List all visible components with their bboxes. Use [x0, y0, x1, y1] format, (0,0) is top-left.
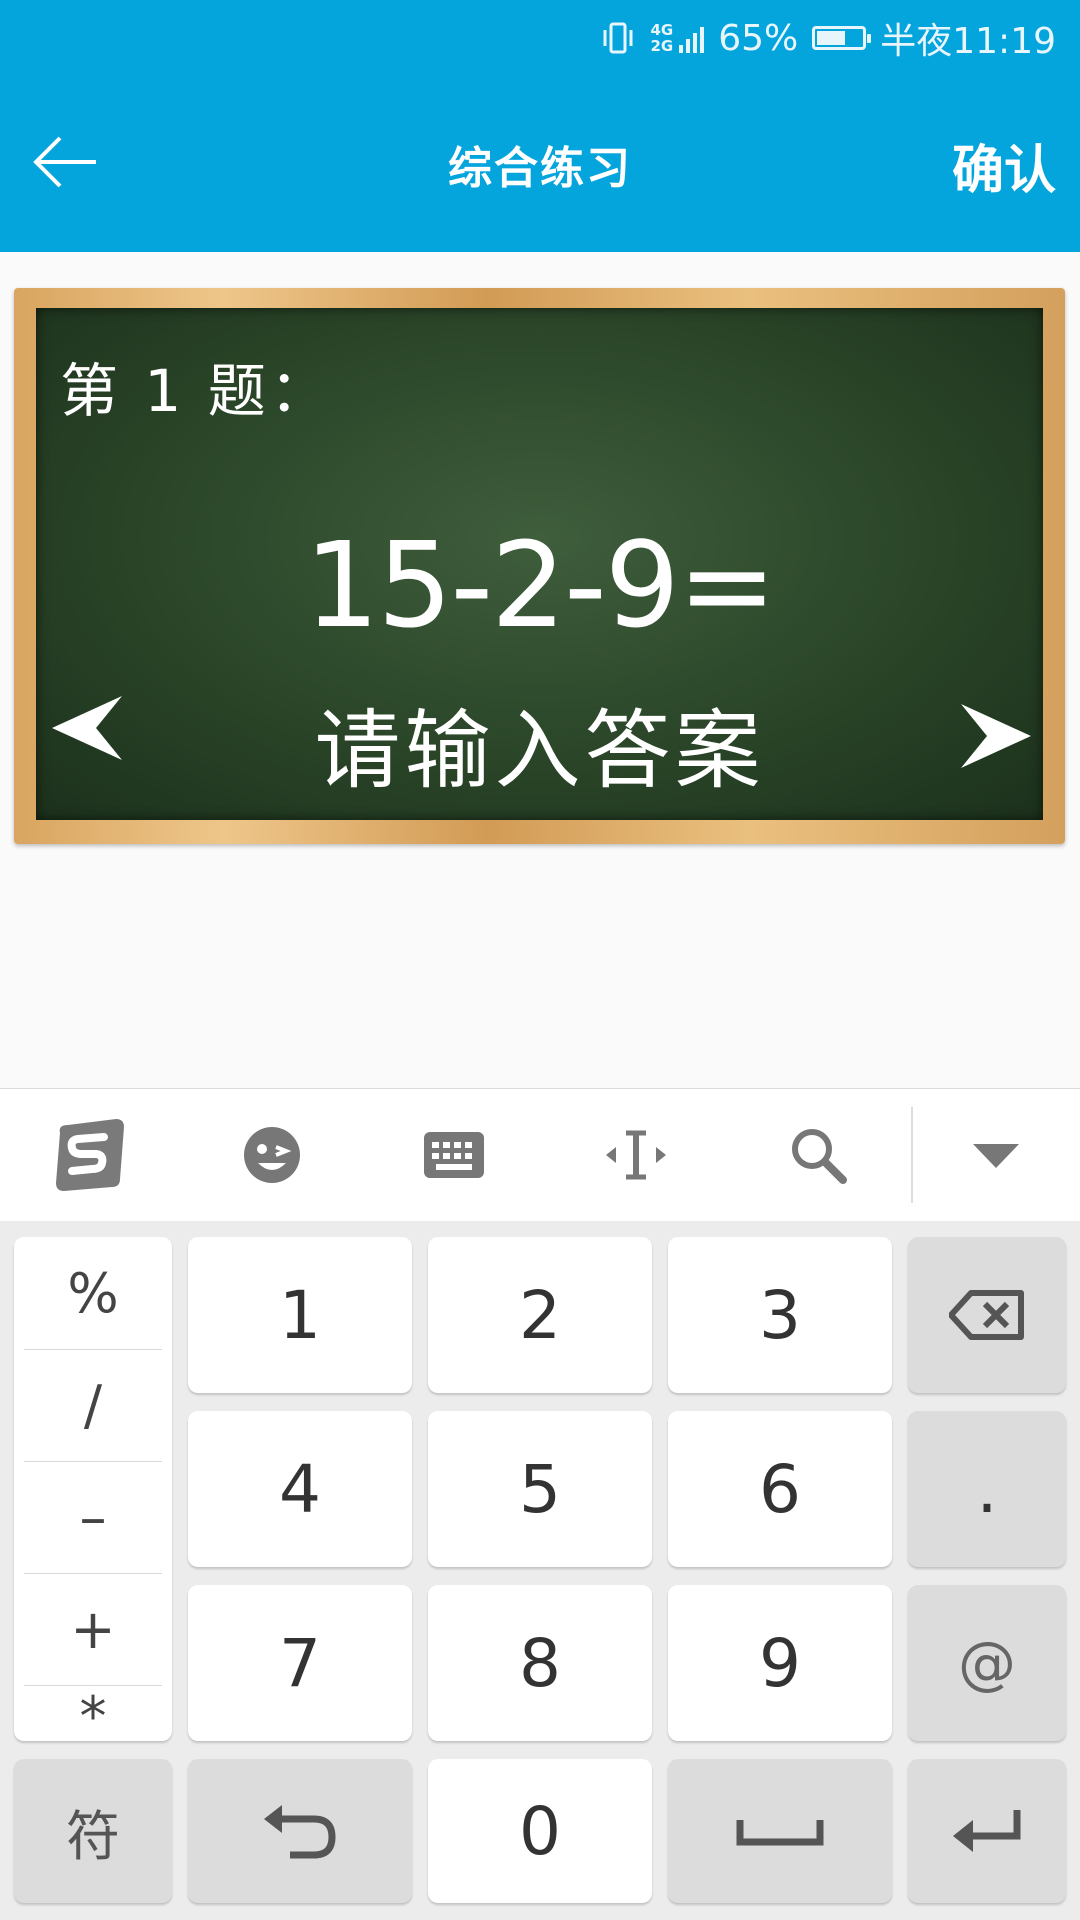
symbol-key[interactable]: –	[24, 1461, 162, 1574]
battery-icon	[812, 26, 872, 50]
symbol-switch-button[interactable]: 符	[14, 1759, 172, 1903]
key-7[interactable]: 7	[188, 1585, 412, 1741]
enter-icon	[953, 1810, 1021, 1852]
symbol-key[interactable]: *	[24, 1685, 162, 1741]
signal-icon: 4G 2G	[650, 22, 705, 54]
arrow-right-icon	[961, 704, 1031, 768]
backspace-button[interactable]	[908, 1237, 1066, 1393]
backspace-icon	[949, 1290, 1024, 1340]
emoji-icon[interactable]	[222, 1109, 322, 1201]
ime-toolbar	[0, 1088, 1080, 1221]
key-4[interactable]: 4	[188, 1411, 412, 1567]
key-1[interactable]: 1	[188, 1237, 412, 1393]
sogou-logo-icon[interactable]	[40, 1109, 140, 1201]
question-number: 第 1 题：	[60, 357, 332, 425]
symbol-list[interactable]: % / – + *	[14, 1237, 172, 1741]
top-bar: 4G 2G 65% 半夜11:19 综合练习 确认	[0, 0, 1080, 252]
symbol-key[interactable]: +	[24, 1573, 162, 1686]
next-question-button[interactable]	[955, 696, 1035, 776]
at-key[interactable]: @	[908, 1585, 1066, 1741]
previous-question-button[interactable]	[48, 688, 128, 768]
chalkboard-surface: 第 1 题： 15-2-9= 请输入答案	[36, 308, 1043, 820]
key-0[interactable]: 0	[428, 1759, 652, 1903]
enter-button[interactable]	[908, 1759, 1066, 1903]
key-3[interactable]: 3	[668, 1237, 892, 1393]
numeric-keyboard: % / – + * 1 2 3 4 5 6 . 7 8 9 @ 符 0	[0, 1221, 1080, 1920]
arrow-left-icon	[52, 696, 122, 760]
status-bar: 4G 2G 65% 半夜11:19	[600, 14, 1056, 62]
clock: 半夜11:19	[880, 21, 1056, 62]
symbol-key[interactable]: /	[24, 1349, 162, 1462]
math-expression: 15-2-9=	[304, 516, 776, 654]
keyboard-icon[interactable]	[404, 1109, 504, 1201]
dot-key[interactable]: .	[908, 1411, 1066, 1567]
confirm-button[interactable]: 确认	[952, 128, 1056, 203]
key-6[interactable]: 6	[668, 1411, 892, 1567]
symbol-key[interactable]: %	[24, 1237, 162, 1350]
cursor-move-icon[interactable]	[586, 1109, 686, 1201]
return-switch-button[interactable]	[188, 1759, 412, 1903]
key-5[interactable]: 5	[428, 1411, 652, 1567]
key-9[interactable]: 9	[668, 1585, 892, 1741]
battery-percent: 65%	[718, 17, 799, 59]
key-2[interactable]: 2	[428, 1237, 652, 1393]
space-icon	[736, 1820, 824, 1846]
collapse-keyboard-icon[interactable]	[946, 1109, 1046, 1201]
chalkboard: 第 1 题： 15-2-9= 请输入答案	[14, 288, 1065, 844]
toolbar-divider	[911, 1107, 913, 1203]
key-8[interactable]: 8	[428, 1585, 652, 1741]
vibrate-icon	[600, 20, 636, 56]
undo-icon	[264, 1805, 336, 1859]
search-icon[interactable]	[768, 1109, 868, 1201]
answer-input[interactable]: 请输入答案	[36, 680, 1043, 805]
space-key[interactable]	[668, 1759, 892, 1903]
page-title: 综合练习	[448, 143, 632, 194]
